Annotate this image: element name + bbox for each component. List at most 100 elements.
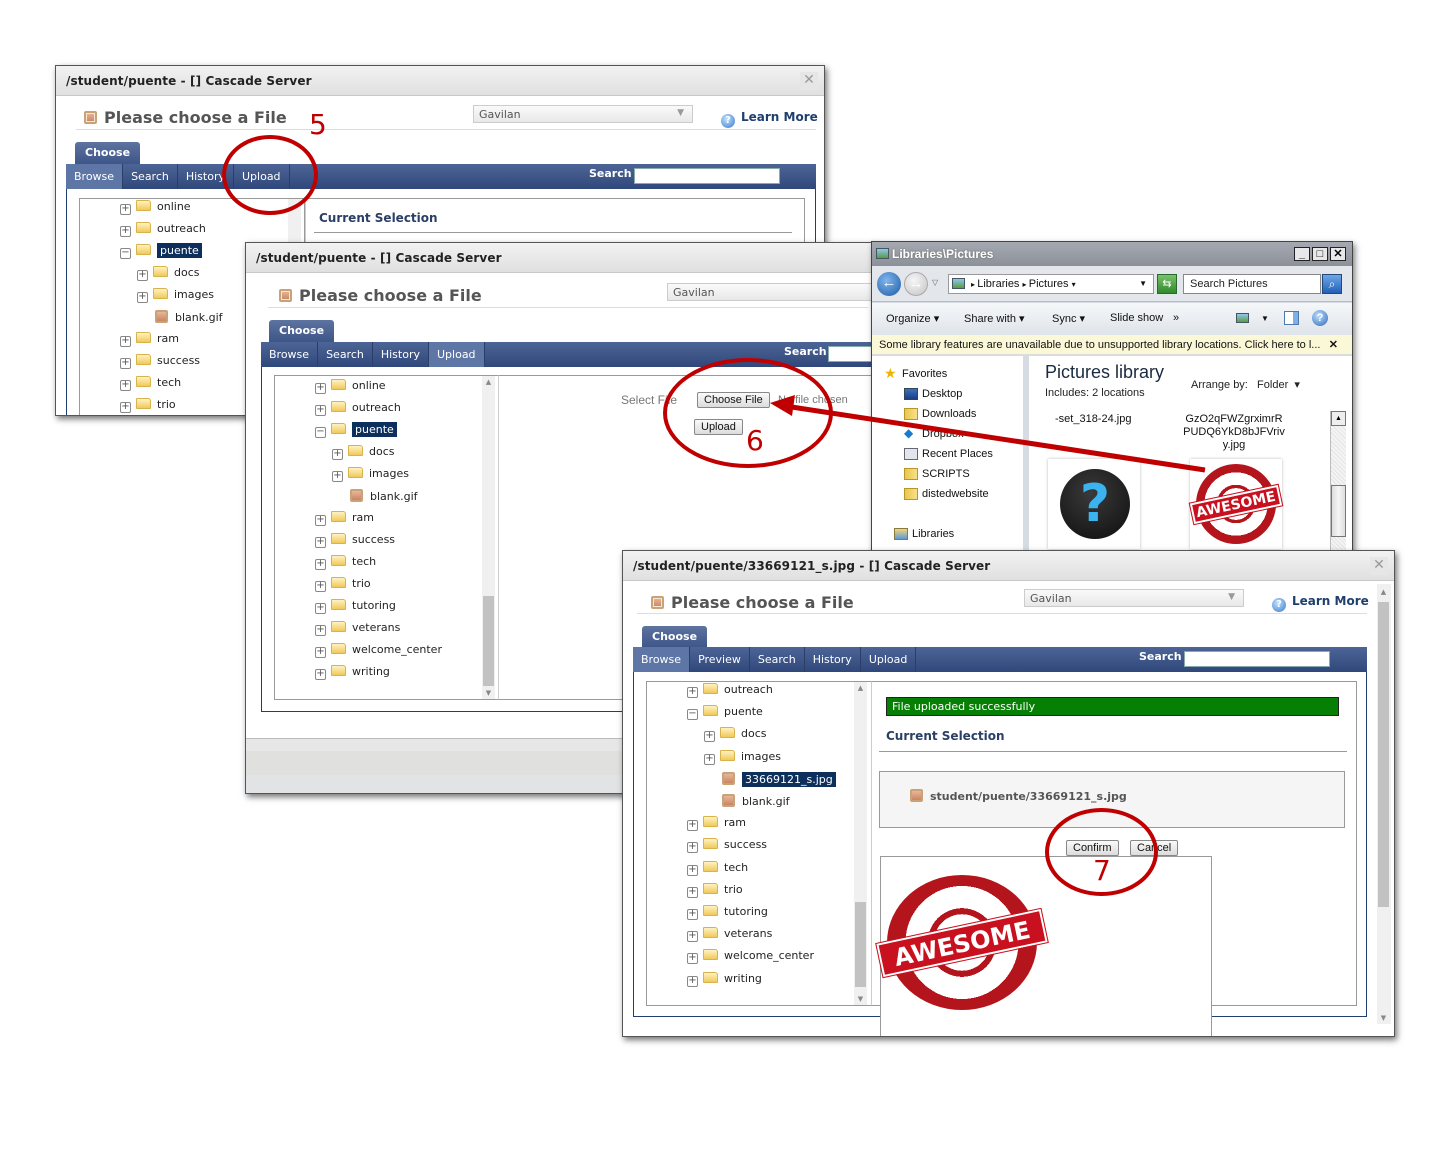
tree-folder-item[interactable]: + tech: [120, 376, 181, 394]
expand-icon[interactable]: +: [315, 559, 326, 570]
nav-downloads[interactable]: Downloads: [904, 408, 976, 420]
close-button[interactable]: ✕: [1330, 247, 1346, 261]
collapse-icon[interactable]: −: [687, 709, 698, 721]
tree-folder-item[interactable]: + veterans: [687, 927, 772, 945]
expand-icon[interactable]: +: [332, 449, 343, 460]
site-select[interactable]: Gavilan ▼: [1024, 589, 1244, 607]
scroll-thumb[interactable]: [483, 596, 494, 686]
tree-folder-item[interactable]: + ram: [687, 816, 746, 834]
expand-icon[interactable]: +: [120, 402, 131, 413]
vertical-scrollbar[interactable]: ▲: [1330, 411, 1346, 552]
learn-more-link[interactable]: ? Learn More: [1272, 594, 1369, 612]
tree-item-label[interactable]: trio: [352, 577, 371, 590]
tree-scrollbar[interactable]: ▲ ▼: [854, 682, 867, 1005]
tree-item-label[interactable]: blank.gif: [175, 311, 223, 324]
scroll-down-icon[interactable]: ▼: [854, 995, 867, 1003]
expand-icon[interactable]: +: [120, 358, 131, 369]
tree-item-label[interactable]: writing: [352, 665, 390, 678]
nav-favorites[interactable]: ★ Favorites: [884, 365, 947, 381]
expand-icon[interactable]: +: [687, 687, 698, 698]
expand-icon[interactable]: +: [315, 383, 326, 394]
expand-icon[interactable]: +: [687, 886, 698, 898]
site-select[interactable]: Gavilan: [667, 283, 874, 301]
expand-icon[interactable]: +: [687, 931, 698, 943]
tree-file-item[interactable]: blank.gif: [155, 310, 223, 328]
expand-icon[interactable]: +: [315, 515, 326, 526]
tree-item-label[interactable]: tech: [157, 376, 181, 389]
expand-icon[interactable]: +: [704, 753, 715, 765]
nav-dropbox[interactable]: ◆ Dropbox: [904, 426, 964, 440]
learn-more-link[interactable]: ? Learn More: [721, 110, 818, 128]
close-icon[interactable]: ✕: [1329, 335, 1338, 355]
tree-folder-item[interactable]: − puente: [315, 422, 397, 441]
nav-recent-places[interactable]: Recent Places: [904, 448, 993, 460]
tree-item-label[interactable]: success: [352, 533, 395, 546]
scroll-up-icon[interactable]: ▲: [482, 378, 495, 386]
collapse-icon[interactable]: −: [120, 248, 131, 259]
expand-icon[interactable]: +: [137, 292, 148, 303]
search-pictures-input[interactable]: Search Pictures: [1183, 274, 1321, 294]
tree-item-label[interactable]: puente: [157, 243, 202, 258]
tree-item-label[interactable]: welcome_center: [724, 949, 814, 962]
tree-folder-item[interactable]: + images: [332, 467, 409, 485]
sync-menu[interactable]: Sync ▾: [1052, 312, 1085, 325]
tree-folder-item[interactable]: + images: [704, 749, 781, 768]
tab-upload[interactable]: Upload: [861, 647, 917, 672]
search-input[interactable]: [828, 346, 874, 362]
tree-item-label[interactable]: ram: [724, 816, 746, 829]
scroll-up-icon[interactable]: ▲: [854, 684, 867, 692]
organize-menu[interactable]: Organize ▾: [886, 312, 939, 325]
tab-upload[interactable]: Upload: [429, 342, 485, 367]
scroll-thumb[interactable]: [855, 902, 866, 987]
tree-file-item[interactable]: blank.gif: [350, 489, 418, 507]
tree-item-label[interactable]: trio: [157, 398, 176, 411]
refresh-icon[interactable]: ⇆: [1157, 274, 1177, 294]
scroll-up-icon[interactable]: ▲: [1377, 588, 1390, 596]
tree-folder-item[interactable]: + success: [315, 533, 395, 551]
search-icon[interactable]: ⌕: [1322, 274, 1342, 294]
nav-libraries[interactable]: Libraries: [894, 528, 954, 540]
tree-item-label[interactable]: veterans: [352, 621, 400, 634]
expand-icon[interactable]: +: [315, 669, 326, 680]
tree-item-label[interactable]: success: [157, 354, 200, 367]
breadcrumb-pictures[interactable]: Pictures: [1029, 278, 1069, 290]
tree-folder-item[interactable]: + outreach: [687, 683, 773, 701]
tab-search[interactable]: Search: [123, 164, 178, 189]
site-select[interactable]: Gavilan ▼: [473, 105, 693, 123]
tree-item-label[interactable]: images: [174, 288, 214, 301]
tree-item-label[interactable]: images: [741, 750, 781, 763]
tree-folder-item[interactable]: + tech: [687, 860, 748, 879]
tree-folder-item[interactable]: + writing: [687, 971, 762, 990]
expand-icon[interactable]: +: [137, 270, 148, 281]
tree-item-label[interactable]: tutoring: [352, 599, 396, 612]
tree-item-label[interactable]: blank.gif: [370, 490, 418, 503]
forward-button[interactable]: →: [904, 272, 928, 296]
tree-item-label[interactable]: docs: [741, 727, 767, 740]
expand-icon[interactable]: +: [120, 204, 131, 215]
dialog-scrollbar[interactable]: ▲ ▼: [1377, 584, 1391, 1024]
tab-search[interactable]: Search: [318, 342, 373, 367]
tab-choose[interactable]: Choose: [642, 626, 708, 648]
file-name[interactable]: -set_318-24.jpg: [1055, 413, 1131, 426]
tree-item-label[interactable]: outreach: [724, 683, 773, 696]
tree-folder-item[interactable]: + trio: [315, 577, 371, 595]
tree-folder-item[interactable]: + welcome_center: [315, 643, 442, 661]
tree-folder-item[interactable]: + trio: [687, 882, 743, 901]
nav-desktop[interactable]: Desktop: [904, 388, 962, 400]
scroll-thumb[interactable]: [1331, 485, 1346, 537]
expand-icon[interactable]: +: [315, 647, 326, 658]
tab-choose[interactable]: Choose: [269, 320, 335, 342]
file-name[interactable]: GzO2qFWZgrximrR PUDQ6YkD8bJFVriv y.jpg: [1179, 413, 1289, 452]
tree-item-label[interactable]: success: [724, 838, 767, 851]
breadcrumb-libraries[interactable]: Libraries: [977, 278, 1019, 290]
share-with-menu[interactable]: Share with ▾: [964, 312, 1025, 325]
tree-folder-item[interactable]: + outreach: [315, 401, 401, 419]
tree-folder-item[interactable]: + outreach: [120, 222, 206, 240]
tree-file-item[interactable]: 33669121_s.jpg: [722, 771, 836, 790]
breadcrumb[interactable]: ▸ Libraries ▸ Pictures ▾ ▼: [948, 274, 1154, 294]
tree-item-label[interactable]: ram: [352, 511, 374, 524]
tree-scrollbar[interactable]: ▲ ▼: [482, 376, 495, 699]
scroll-down-icon[interactable]: ▼: [482, 689, 495, 697]
tree-item-label[interactable]: puente: [352, 422, 397, 437]
tab-history[interactable]: History: [805, 647, 861, 672]
